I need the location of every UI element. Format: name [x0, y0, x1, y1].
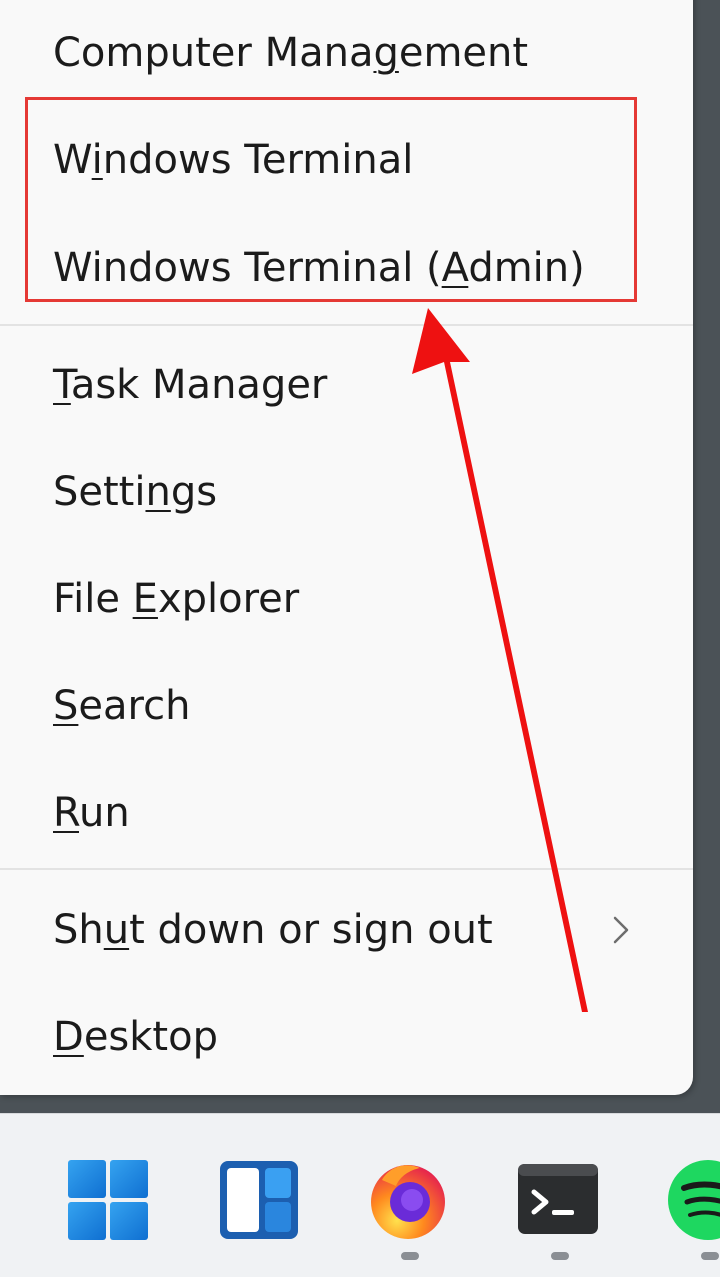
- menu-item-label: Desktop: [53, 1014, 218, 1060]
- menu-item-windows-terminal[interactable]: Windows Terminal: [0, 112, 693, 208]
- menu-item-label: Settings: [53, 469, 218, 515]
- menu-item-label: Windows Terminal (Admin): [53, 245, 585, 291]
- menu-item-windows-terminal-admin[interactable]: Windows Terminal (Admin): [0, 220, 693, 316]
- menu-item-label: File Explorer: [53, 576, 300, 622]
- menu-item-shut-down-or-sign-out[interactable]: Shut down or sign out: [0, 882, 693, 978]
- windows-start-icon[interactable]: [66, 1158, 150, 1242]
- menu-item-desktop[interactable]: Desktop: [0, 989, 693, 1085]
- widgets-icon[interactable]: [217, 1158, 301, 1242]
- menu-item-label: Search: [53, 683, 191, 729]
- context-menu: Computer Management Windows Terminal Win…: [0, 0, 693, 1095]
- menu-item-settings[interactable]: Settings: [0, 444, 693, 540]
- menu-item-task-manager[interactable]: Task Manager: [0, 337, 693, 433]
- chevron-right-icon: [613, 916, 629, 944]
- menu-item-file-explorer[interactable]: File Explorer: [0, 551, 693, 647]
- terminal-icon[interactable]: [516, 1158, 600, 1242]
- running-indicator: [401, 1252, 419, 1260]
- running-indicator: [701, 1252, 719, 1260]
- menu-item-run[interactable]: Run: [0, 765, 693, 861]
- firefox-icon[interactable]: [366, 1158, 450, 1242]
- menu-item-label: Computer Management: [53, 30, 529, 76]
- menu-item-search[interactable]: Search: [0, 658, 693, 754]
- menu-item-label: Task Manager: [53, 362, 328, 408]
- menu-separator: [0, 868, 693, 870]
- spotify-icon[interactable]: [666, 1158, 720, 1242]
- screen: Computer Management Windows Terminal Win…: [0, 0, 720, 1277]
- menu-item-label: Windows Terminal: [53, 137, 414, 183]
- menu-separator: [0, 324, 693, 326]
- menu-item-label: Shut down or sign out: [53, 907, 493, 953]
- running-indicator: [551, 1252, 569, 1260]
- menu-item-computer-management[interactable]: Computer Management: [0, 5, 693, 101]
- menu-item-label: Run: [53, 790, 130, 836]
